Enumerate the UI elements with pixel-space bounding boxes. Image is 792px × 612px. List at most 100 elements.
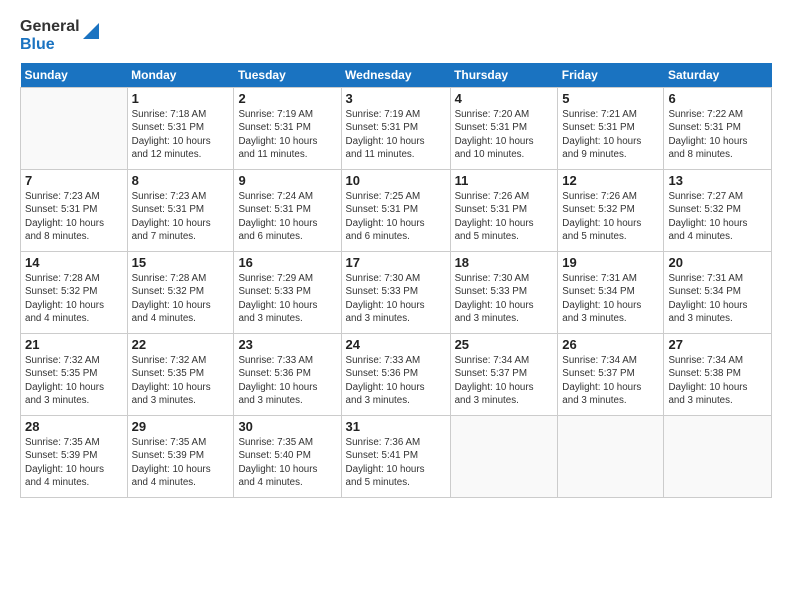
day-number: 1 xyxy=(132,91,230,106)
calendar-cell: 2 Sunrise: 7:19 AMSunset: 5:31 PMDaylight… xyxy=(234,88,341,170)
day-info: Sunrise: 7:27 AMSunset: 5:32 PMDaylight:… xyxy=(668,190,767,243)
day-number: 23 xyxy=(238,337,336,352)
calendar-week-row: 7 Sunrise: 7:23 AMSunset: 5:31 PMDaylight… xyxy=(21,170,772,252)
day-number: 11 xyxy=(455,173,554,188)
calendar-cell: 10Sunrise: 7:25 AMSunset: 5:31 PMDayligh… xyxy=(341,170,450,252)
calendar-cell: 11 Sunrise: 7:26 AMSunset: 5:31 PMDayligh… xyxy=(450,170,558,252)
calendar-cell: 28 Sunrise: 7:35 AMSunset: 5:39 PMDayligh… xyxy=(21,416,128,498)
day-info: Sunrise: 7:19 AMSunset: 5:31 PMDaylight:… xyxy=(238,108,336,161)
day-info: Sunrise: 7:29 AMSunset: 5:33 PMDaylight:… xyxy=(238,272,336,325)
day-number: 8 xyxy=(132,173,230,188)
calendar-cell: 13 Sunrise: 7:27 AMSunset: 5:32 PMDayligh… xyxy=(664,170,772,252)
day-info: Sunrise: 7:20 AMSunset: 5:31 PMDaylight:… xyxy=(455,108,554,161)
calendar-cell xyxy=(450,416,558,498)
day-number: 6 xyxy=(668,91,767,106)
day-number: 22 xyxy=(132,337,230,352)
day-info: Sunrise: 7:34 AMSunset: 5:38 PMDaylight:… xyxy=(668,354,767,407)
day-number: 4 xyxy=(455,91,554,106)
calendar-week-row: 28 Sunrise: 7:35 AMSunset: 5:39 PMDayligh… xyxy=(21,416,772,498)
calendar-cell: 6Sunrise: 7:22 AMSunset: 5:31 PMDaylight… xyxy=(664,88,772,170)
day-info: Sunrise: 7:25 AMSunset: 5:31 PMDaylight:… xyxy=(346,190,446,243)
calendar-cell: 20 Sunrise: 7:31 AMSunset: 5:34 PMDayligh… xyxy=(664,252,772,334)
day-number: 20 xyxy=(668,255,767,270)
day-number: 5 xyxy=(562,91,659,106)
calendar-cell: 22 Sunrise: 7:32 AMSunset: 5:35 PMDayligh… xyxy=(127,334,234,416)
day-info: Sunrise: 7:34 AMSunset: 5:37 PMDaylight:… xyxy=(455,354,554,407)
day-info: Sunrise: 7:18 AMSunset: 5:31 PMDaylight:… xyxy=(132,108,230,161)
weekday-header-sunday: Sunday xyxy=(21,63,128,88)
day-info: Sunrise: 7:21 AMSunset: 5:31 PMDaylight:… xyxy=(562,108,659,161)
calendar-cell: 16 Sunrise: 7:29 AMSunset: 5:33 PMDayligh… xyxy=(234,252,341,334)
calendar-cell: 31Sunrise: 7:36 AMSunset: 5:41 PMDayligh… xyxy=(341,416,450,498)
day-info: Sunrise: 7:35 AMSunset: 5:39 PMDaylight:… xyxy=(132,436,230,489)
weekday-header-tuesday: Tuesday xyxy=(234,63,341,88)
day-number: 13 xyxy=(668,173,767,188)
day-number: 14 xyxy=(25,255,123,270)
day-info: Sunrise: 7:24 AMSunset: 5:31 PMDaylight:… xyxy=(238,190,336,243)
day-info: Sunrise: 7:32 AMSunset: 5:35 PMDaylight:… xyxy=(25,354,123,407)
calendar-cell: 25 Sunrise: 7:34 AMSunset: 5:37 PMDayligh… xyxy=(450,334,558,416)
day-number: 26 xyxy=(562,337,659,352)
day-number: 19 xyxy=(562,255,659,270)
day-info: Sunrise: 7:26 AMSunset: 5:32 PMDaylight:… xyxy=(562,190,659,243)
weekday-header-wednesday: Wednesday xyxy=(341,63,450,88)
day-number: 9 xyxy=(238,173,336,188)
day-info: Sunrise: 7:36 AMSunset: 5:41 PMDaylight:… xyxy=(346,436,446,489)
day-info: Sunrise: 7:32 AMSunset: 5:35 PMDaylight:… xyxy=(132,354,230,407)
calendar-cell: 14 Sunrise: 7:28 AMSunset: 5:32 PMDayligh… xyxy=(21,252,128,334)
calendar-cell: 21Sunrise: 7:32 AMSunset: 5:35 PMDayligh… xyxy=(21,334,128,416)
day-number: 2 xyxy=(238,91,336,106)
calendar-cell xyxy=(664,416,772,498)
day-number: 7 xyxy=(25,173,123,188)
day-info: Sunrise: 7:30 AMSunset: 5:33 PMDaylight:… xyxy=(346,272,446,325)
calendar-week-row: 1 Sunrise: 7:18 AMSunset: 5:31 PMDaylight… xyxy=(21,88,772,170)
day-info: Sunrise: 7:34 AMSunset: 5:37 PMDaylight:… xyxy=(562,354,659,407)
calendar-cell: 23 Sunrise: 7:33 AMSunset: 5:36 PMDayligh… xyxy=(234,334,341,416)
day-number: 17 xyxy=(346,255,446,270)
day-info: Sunrise: 7:28 AMSunset: 5:32 PMDaylight:… xyxy=(25,272,123,325)
day-number: 18 xyxy=(455,255,554,270)
calendar-cell: 15 Sunrise: 7:28 AMSunset: 5:32 PMDayligh… xyxy=(127,252,234,334)
weekday-header-monday: Monday xyxy=(127,63,234,88)
day-info: Sunrise: 7:35 AMSunset: 5:39 PMDaylight:… xyxy=(25,436,123,489)
calendar-header-row: SundayMondayTuesdayWednesdayThursdayFrid… xyxy=(21,63,772,88)
calendar-cell: 30 Sunrise: 7:35 AMSunset: 5:40 PMDayligh… xyxy=(234,416,341,498)
day-info: Sunrise: 7:30 AMSunset: 5:33 PMDaylight:… xyxy=(455,272,554,325)
calendar-cell: 3 Sunrise: 7:19 AMSunset: 5:31 PMDaylight… xyxy=(341,88,450,170)
calendar-cell: 24Sunrise: 7:33 AMSunset: 5:36 PMDayligh… xyxy=(341,334,450,416)
calendar-cell: 27 Sunrise: 7:34 AMSunset: 5:38 PMDayligh… xyxy=(664,334,772,416)
calendar-cell: 19 Sunrise: 7:31 AMSunset: 5:34 PMDayligh… xyxy=(558,252,664,334)
calendar-cell: 9 Sunrise: 7:24 AMSunset: 5:31 PMDaylight… xyxy=(234,170,341,252)
calendar-cell: 5 Sunrise: 7:21 AMSunset: 5:31 PMDaylight… xyxy=(558,88,664,170)
day-number: 29 xyxy=(132,419,230,434)
day-number: 25 xyxy=(455,337,554,352)
calendar-cell: 7 Sunrise: 7:23 AMSunset: 5:31 PMDaylight… xyxy=(21,170,128,252)
day-info: Sunrise: 7:28 AMSunset: 5:32 PMDaylight:… xyxy=(132,272,230,325)
day-info: Sunrise: 7:35 AMSunset: 5:40 PMDaylight:… xyxy=(238,436,336,489)
calendar-week-row: 14 Sunrise: 7:28 AMSunset: 5:32 PMDayligh… xyxy=(21,252,772,334)
header: GeneralBlue xyxy=(20,18,772,53)
calendar-week-row: 21Sunrise: 7:32 AMSunset: 5:35 PMDayligh… xyxy=(21,334,772,416)
page: GeneralBlue SundayMondayTuesdayWednesday… xyxy=(0,0,792,612)
day-number: 30 xyxy=(238,419,336,434)
calendar-cell: 1 Sunrise: 7:18 AMSunset: 5:31 PMDaylight… xyxy=(127,88,234,170)
day-number: 3 xyxy=(346,91,446,106)
calendar-cell xyxy=(21,88,128,170)
day-info: Sunrise: 7:31 AMSunset: 5:34 PMDaylight:… xyxy=(668,272,767,325)
calendar-cell: 8Sunrise: 7:23 AMSunset: 5:31 PMDaylight… xyxy=(127,170,234,252)
day-info: Sunrise: 7:23 AMSunset: 5:31 PMDaylight:… xyxy=(25,190,123,243)
day-number: 16 xyxy=(238,255,336,270)
day-info: Sunrise: 7:19 AMSunset: 5:31 PMDaylight:… xyxy=(346,108,446,161)
day-info: Sunrise: 7:33 AMSunset: 5:36 PMDaylight:… xyxy=(346,354,446,407)
day-info: Sunrise: 7:26 AMSunset: 5:31 PMDaylight:… xyxy=(455,190,554,243)
calendar-cell: 18 Sunrise: 7:30 AMSunset: 5:33 PMDayligh… xyxy=(450,252,558,334)
weekday-header-friday: Friday xyxy=(558,63,664,88)
day-number: 27 xyxy=(668,337,767,352)
day-info: Sunrise: 7:31 AMSunset: 5:34 PMDaylight:… xyxy=(562,272,659,325)
weekday-header-thursday: Thursday xyxy=(450,63,558,88)
calendar-cell: 26 Sunrise: 7:34 AMSunset: 5:37 PMDayligh… xyxy=(558,334,664,416)
day-info: Sunrise: 7:33 AMSunset: 5:36 PMDaylight:… xyxy=(238,354,336,407)
day-number: 12 xyxy=(562,173,659,188)
day-number: 15 xyxy=(132,255,230,270)
day-number: 28 xyxy=(25,419,123,434)
